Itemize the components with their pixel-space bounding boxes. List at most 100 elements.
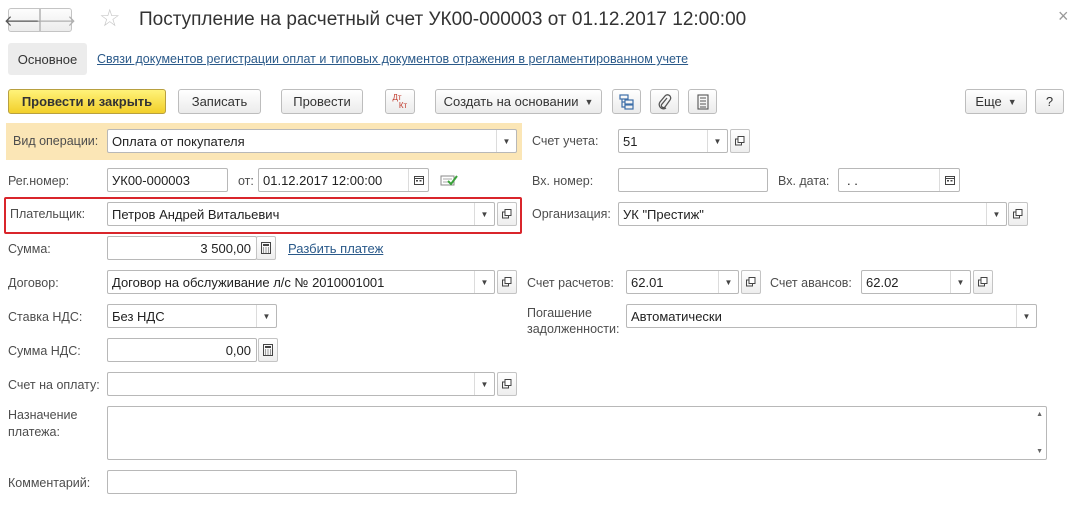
debt-repayment-label-line2: задолженности: [527, 322, 620, 336]
organization-open-button[interactable] [1008, 202, 1028, 226]
reg-number-label: Рег.номер: [8, 174, 70, 188]
open-icon [502, 277, 512, 287]
scroll-up-icon[interactable]: ▲ [1036, 411, 1043, 418]
vat-rate-value: Без НДС [112, 308, 165, 324]
report-button[interactable] [688, 89, 717, 114]
advance-account-value: 62.02 [866, 274, 899, 290]
account-label: Счет учета: [532, 134, 599, 148]
invoice-select[interactable]: ▼ [107, 372, 495, 396]
save-button[interactable]: Записать [178, 89, 261, 114]
debt-repayment-value: Автоматически [631, 308, 722, 324]
contract-open-button[interactable] [497, 270, 517, 294]
open-icon [1013, 209, 1023, 219]
purpose-textarea[interactable]: ▲ ▼ [107, 406, 1047, 460]
chevron-down-icon[interactable]: ▼ [986, 203, 1006, 225]
operation-type-select[interactable]: Оплата от покупателя ▼ [107, 129, 517, 153]
chevron-down-icon[interactable]: ▼ [474, 373, 494, 395]
advance-account-open-button[interactable] [973, 270, 993, 294]
incoming-date-input[interactable]: . . [838, 168, 960, 192]
payer-value: Петров Андрей Витальевич [112, 206, 280, 222]
debt-repayment-label: Погашение задолженности: [527, 305, 619, 337]
chevron-down-icon[interactable]: ▼ [718, 271, 738, 293]
operation-type-label: Вид операции: [13, 134, 99, 148]
account-open-button[interactable] [730, 129, 750, 153]
reg-number-input[interactable]: УК00-000003 [107, 168, 228, 192]
settlement-account-value: 62.01 [631, 274, 664, 290]
vat-amount-input[interactable]: 0,00 [107, 338, 257, 362]
vat-amount-value: 0,00 [225, 342, 251, 358]
amount-label: Сумма: [8, 242, 51, 256]
structure-icon [618, 93, 634, 110]
chevron-down-icon[interactable]: ▼ [950, 271, 970, 293]
chevron-down-icon[interactable]: ▼ [474, 271, 494, 293]
chevron-down-icon[interactable]: ▼ [496, 130, 516, 152]
chevron-down-icon[interactable]: ▼ [474, 203, 494, 225]
comment-input[interactable] [107, 470, 517, 494]
contract-value: Договор на обслуживание л/с № 2010001001 [112, 274, 385, 290]
contract-label: Договор: [8, 276, 59, 290]
reg-number-value: УК00-000003 [112, 172, 190, 188]
tab-document-links[interactable]: Связи документов регистрации оплат и тип… [97, 52, 688, 66]
split-payment-link[interactable]: Разбить платеж [288, 241, 383, 256]
more-label: Еще [975, 94, 1002, 109]
page-title: Поступление на расчетный счет УК00-00000… [139, 9, 747, 30]
contract-select[interactable]: Договор на обслуживание л/с № 2010001001… [107, 270, 495, 294]
dtkt-button[interactable]: Дт Кт [385, 89, 415, 114]
dtkt-icon: Дт Кт [392, 93, 408, 110]
vat-calculator-button[interactable] [258, 338, 278, 362]
list-icon [696, 93, 709, 110]
chevron-down-icon: ▼ [584, 96, 594, 107]
purpose-label-line1: Назначение [8, 408, 78, 422]
close-icon[interactable]: × [1058, 6, 1069, 27]
date-value: 01.12.2017 12:00:00 [263, 172, 383, 188]
vat-rate-select[interactable]: Без НДС ▼ [107, 304, 277, 328]
invoice-label: Счет на оплату: [8, 378, 100, 392]
vat-amount-label: Сумма НДС: [8, 344, 81, 358]
calendar-icon[interactable] [408, 169, 428, 191]
post-button[interactable]: Провести [281, 89, 363, 114]
attach-button[interactable] [650, 89, 679, 114]
organization-label: Организация: [532, 207, 611, 221]
create-based-on-label: Создать на основании [443, 94, 579, 109]
invoice-open-button[interactable] [497, 372, 517, 396]
chevron-down-icon[interactable]: ▼ [1016, 305, 1036, 327]
calendar-icon[interactable] [939, 169, 959, 191]
settlement-account-open-button[interactable] [741, 270, 761, 294]
calculator-button[interactable] [256, 236, 276, 260]
open-icon [978, 277, 988, 287]
account-select[interactable]: 51 ▼ [618, 129, 728, 153]
scroll-down-icon[interactable]: ▼ [1036, 448, 1043, 455]
open-icon [502, 209, 512, 219]
payer-open-button[interactable] [497, 202, 517, 226]
purpose-label: Назначение платежа: [8, 407, 77, 441]
incoming-number-input[interactable] [618, 168, 768, 192]
star-icon[interactable]: ☆ [99, 6, 121, 32]
operation-type-value: Оплата от покупателя [112, 133, 245, 149]
post-and-close-button[interactable]: Провести и закрыть [8, 89, 166, 114]
dtkt-bottom: Кт [398, 100, 408, 110]
structure-button[interactable] [612, 89, 641, 114]
tab-main[interactable]: Основное [8, 43, 87, 75]
amount-value: 3 500,00 [200, 240, 251, 256]
vat-rate-label: Ставка НДС: [8, 310, 83, 324]
settlement-account-select[interactable]: 62.01 ▼ [626, 270, 739, 294]
debt-repayment-select[interactable]: Автоматически ▼ [626, 304, 1037, 328]
payer-select[interactable]: Петров Андрей Витальевич ▼ [107, 202, 495, 226]
chevron-down-icon[interactable]: ▼ [256, 305, 276, 327]
paperclip-icon [658, 93, 671, 109]
help-label: ? [1045, 94, 1054, 109]
help-button[interactable]: ? [1035, 89, 1064, 114]
more-button[interactable]: Еще ▼ [965, 89, 1027, 114]
chevron-down-icon[interactable]: ▼ [707, 130, 727, 152]
open-icon [735, 136, 745, 146]
forward-button[interactable]: 🡒 [36, 8, 76, 32]
create-based-on-button[interactable]: Создать на основании ▼ [435, 89, 602, 114]
organization-value: УК "Престиж" [623, 206, 704, 222]
save-label: Записать [191, 94, 248, 109]
advance-account-select[interactable]: 62.02 ▼ [861, 270, 971, 294]
organization-select[interactable]: УК "Престиж" ▼ [618, 202, 1007, 226]
date-input[interactable]: 01.12.2017 12:00:00 [258, 168, 429, 192]
amount-input[interactable]: 3 500,00 [107, 236, 257, 260]
date-label: от: [238, 174, 254, 188]
advance-account-label: Счет авансов: [770, 276, 852, 290]
